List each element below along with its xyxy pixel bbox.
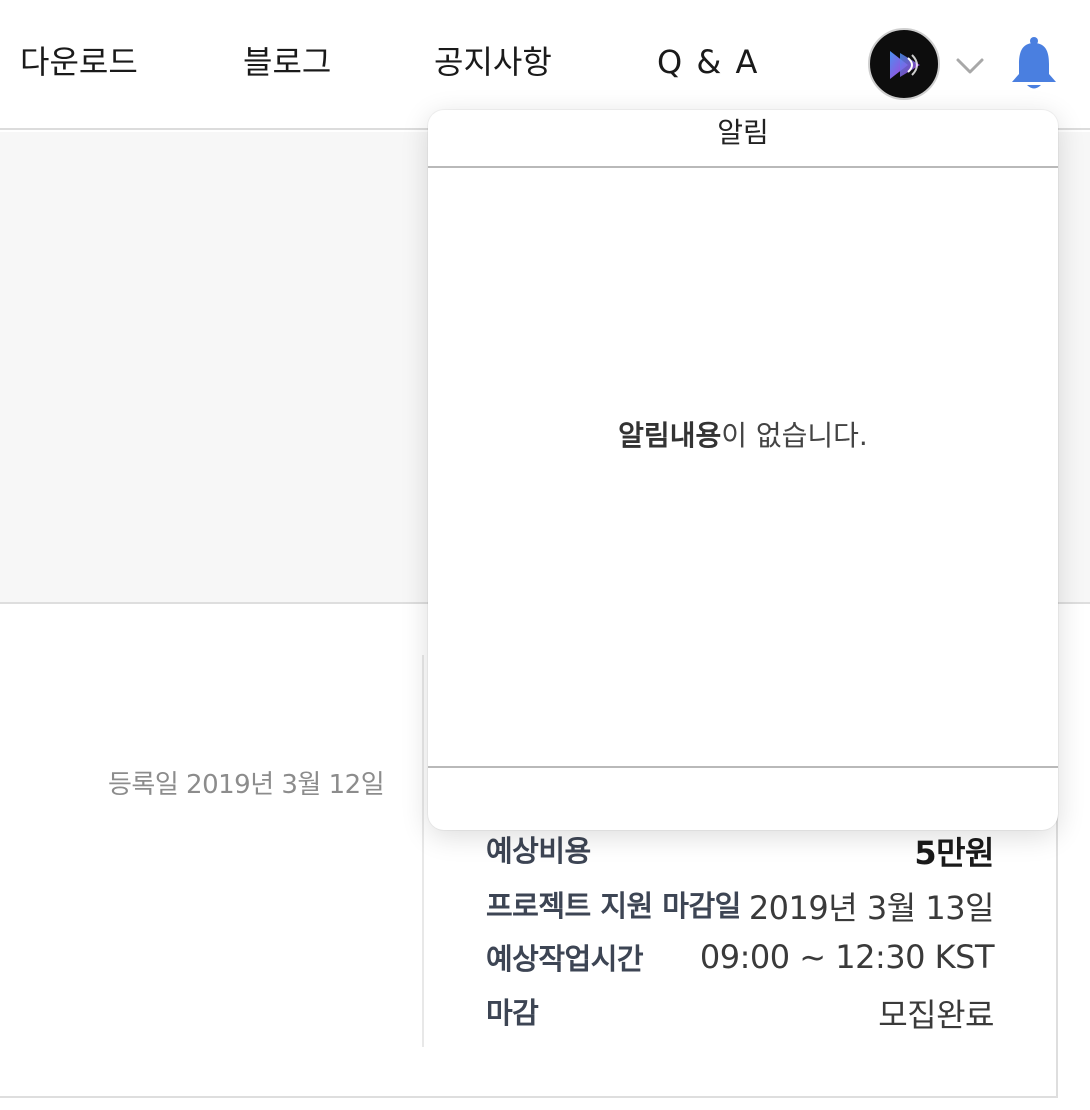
notification-empty-bold: 알림내용 [618,419,722,452]
detail-value-cost: 5만원 [914,834,994,872]
registered-date: 등록일 2019년 3월 12일 [108,770,385,800]
detail-label-cost: 예상비용 [486,834,591,868]
detail-label-work-time: 예상작업시간 [486,942,644,976]
notification-panel: 알림 알림내용이 없습니다. [428,110,1058,830]
detail-label-status: 마감 [486,996,539,1030]
detail-value-deadline: 2019년 3월 13일 [748,889,995,927]
notification-footer-divider [428,766,1058,768]
notification-empty-message: 알림내용이 없습니다. [428,414,1058,454]
profile-avatar[interactable] [868,28,940,100]
detail-label-deadline: 프로젝트 지원 마감일 [486,889,741,923]
notification-empty-rest: 이 없습니다. [721,419,868,452]
nav-notice-link[interactable]: 공지사항 [434,40,552,84]
detail-value-work-time: 09:00 ~ 12:30 KST [699,938,995,976]
chevron-down-icon[interactable] [955,56,985,76]
app-logo-icon [890,51,920,79]
notification-title: 알림 [428,110,1058,168]
nav-qa-link[interactable]: Q & A [657,40,759,84]
nav-download-link[interactable]: 다운로드 [20,40,138,84]
detail-value-status: 모집완료 [878,996,994,1034]
nav-blog-link[interactable]: 블로그 [243,40,331,84]
column-divider [422,655,424,1047]
bell-icon[interactable] [1008,36,1060,92]
